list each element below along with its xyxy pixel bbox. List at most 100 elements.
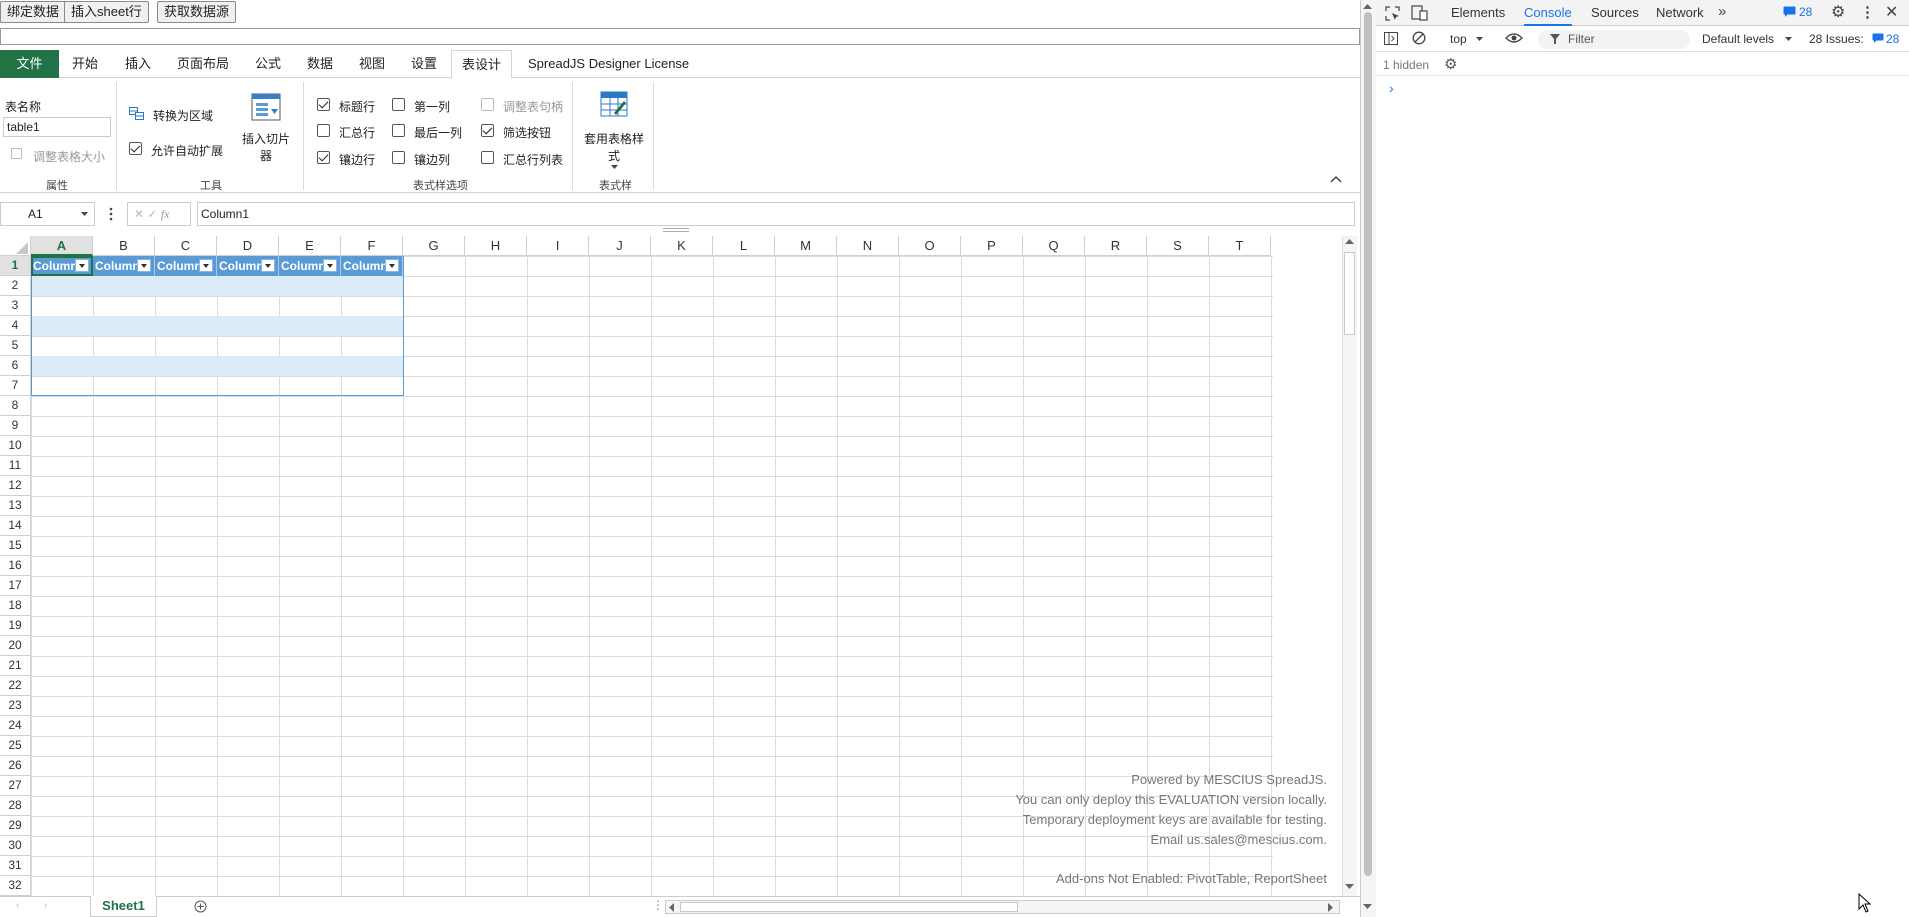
issues-count[interactable]: 28 <box>1886 32 1899 46</box>
row-header-12[interactable]: 12 <box>0 476 31 496</box>
message-count[interactable]: 28 <box>1799 5 1812 19</box>
row-header-9[interactable]: 9 <box>0 416 31 436</box>
tab-splitter-icon[interactable]: ⋮ <box>652 898 664 912</box>
more-icon[interactable] <box>108 206 114 222</box>
row-header-4[interactable]: 4 <box>0 316 31 336</box>
more-tabs-icon[interactable]: » <box>1718 3 1726 20</box>
scroll-left-icon[interactable] <box>669 903 675 912</box>
table-name-input[interactable]: table1 <box>3 117 111 137</box>
column-header-j[interactable]: J <box>589 236 651 256</box>
row-header-19[interactable]: 19 <box>0 616 31 636</box>
text-input-bar[interactable] <box>0 28 1360 45</box>
get-datasource-button[interactable]: 获取数据源 <box>157 1 237 23</box>
column-header-p[interactable]: P <box>961 236 1023 256</box>
log-levels-dropdown[interactable]: Default levels <box>1702 32 1774 46</box>
filter-dropdown-icon[interactable] <box>137 259 151 272</box>
inspect-element-icon[interactable] <box>1385 6 1400 21</box>
row-header-32[interactable]: 32 <box>0 876 31 896</box>
column-header-n[interactable]: N <box>837 236 899 256</box>
name-box-dropdown-icon[interactable] <box>81 212 88 217</box>
resize-handle-checkbox[interactable] <box>481 98 494 111</box>
console-settings-icon[interactable]: ⚙ <box>1444 55 1457 73</box>
formula-input[interactable]: Column1 <box>197 202 1355 226</box>
tab-table-design[interactable]: 表设计 <box>451 50 513 79</box>
page-scroll-thumb[interactable] <box>1364 12 1372 876</box>
scroll-up-icon[interactable] <box>1345 239 1354 245</box>
row-header-30[interactable]: 30 <box>0 836 31 856</box>
table-header-cell[interactable]: Column3 <box>155 256 217 276</box>
row-header-24[interactable]: 24 <box>0 716 31 736</box>
devtools-tab-network[interactable]: Network <box>1656 0 1704 26</box>
bind-data-button[interactable]: 绑定数据 <box>0 1 67 23</box>
filter-dropdown-icon[interactable] <box>323 259 337 272</box>
header-row-checkbox[interactable] <box>317 98 330 111</box>
insert-slicer-button[interactable]: 插入切片 器 <box>241 130 291 164</box>
tab-formulas[interactable]: 公式 <box>245 50 291 78</box>
row-header-5[interactable]: 5 <box>0 336 31 356</box>
devtools-tab-console[interactable]: Console <box>1524 0 1572 26</box>
tab-file[interactable]: 文件 <box>0 50 59 78</box>
row-header-6[interactable]: 6 <box>0 356 31 376</box>
confirm-icon[interactable]: ✓ <box>147 207 157 221</box>
formula-resize-handle[interactable] <box>663 228 689 232</box>
column-header-l[interactable]: L <box>713 236 775 256</box>
tab-page-layout[interactable]: 页面布局 <box>167 50 239 78</box>
filter-dropdown-icon[interactable] <box>199 259 213 272</box>
row-header-31[interactable]: 31 <box>0 856 31 876</box>
select-all-corner[interactable] <box>0 236 31 256</box>
clear-console-icon[interactable] <box>1412 31 1426 45</box>
page-scroll-down-icon[interactable] <box>1363 904 1372 910</box>
row-header-2[interactable]: 2 <box>0 276 31 296</box>
row-header-14[interactable]: 14 <box>0 516 31 536</box>
column-header-b[interactable]: B <box>93 236 155 256</box>
tab-designer-license[interactable]: SpreadJS Designer License <box>518 50 699 78</box>
vertical-scroll-thumb[interactable] <box>1344 252 1355 335</box>
row-header-25[interactable]: 25 <box>0 736 31 756</box>
row-header-23[interactable]: 23 <box>0 696 31 716</box>
column-header-k[interactable]: K <box>651 236 713 256</box>
auto-expand-checkbox[interactable] <box>129 142 142 155</box>
tab-settings[interactable]: 设置 <box>401 50 447 78</box>
row-header-26[interactable]: 26 <box>0 756 31 776</box>
devtools-tab-sources[interactable]: Sources <box>1591 0 1639 26</box>
row-header-18[interactable]: 18 <box>0 596 31 616</box>
console-prompt[interactable]: › <box>1389 80 1394 96</box>
row-header-7[interactable]: 7 <box>0 376 31 396</box>
total-row-list-checkbox[interactable] <box>481 151 494 164</box>
column-header-q[interactable]: Q <box>1023 236 1085 256</box>
first-sheet-icon[interactable]: ‹ <box>16 900 19 911</box>
device-toolbar-icon[interactable] <box>1411 5 1428 21</box>
apply-table-style-button[interactable]: 套用表格样 式 <box>578 130 650 164</box>
sheet-tab-sheet1[interactable]: Sheet1 <box>90 896 157 917</box>
filter-dropdown-icon[interactable] <box>261 259 275 272</box>
column-header-g[interactable]: G <box>403 236 465 256</box>
row-header-16[interactable]: 16 <box>0 556 31 576</box>
column-header-h[interactable]: H <box>465 236 527 256</box>
row-header-11[interactable]: 11 <box>0 456 31 476</box>
convert-to-range-button[interactable]: 转换为区域 <box>153 107 213 124</box>
last-column-checkbox[interactable] <box>392 124 405 137</box>
next-sheet-icon[interactable]: › <box>44 900 47 911</box>
banded-columns-checkbox[interactable] <box>392 151 405 164</box>
column-header-t[interactable]: T <box>1209 236 1271 256</box>
cancel-icon[interactable]: ✕ <box>134 207 144 221</box>
first-column-checkbox[interactable] <box>392 98 405 111</box>
levels-dropdown-icon[interactable] <box>1785 37 1792 42</box>
context-selector[interactable]: top <box>1450 32 1467 46</box>
row-header-28[interactable]: 28 <box>0 796 31 816</box>
filter-button-checkbox[interactable] <box>481 124 494 137</box>
scroll-right-icon[interactable] <box>1328 903 1334 912</box>
table-header-cell[interactable]: Column4 <box>217 256 279 276</box>
context-dropdown-icon[interactable] <box>1476 37 1483 42</box>
settings-gear-icon[interactable]: ⚙ <box>1831 2 1845 22</box>
row-header-27[interactable]: 27 <box>0 776 31 796</box>
filter-dropdown-icon[interactable] <box>385 259 399 272</box>
devtools-tab-elements[interactable]: Elements <box>1451 0 1505 26</box>
column-header-m[interactable]: M <box>775 236 837 256</box>
scroll-down-icon[interactable] <box>1345 884 1354 890</box>
page-scroll-up-icon[interactable] <box>1363 4 1372 10</box>
tab-home[interactable]: 开始 <box>62 50 108 78</box>
column-header-s[interactable]: S <box>1147 236 1209 256</box>
column-header-e[interactable]: E <box>279 236 341 256</box>
row-header-3[interactable]: 3 <box>0 296 31 316</box>
